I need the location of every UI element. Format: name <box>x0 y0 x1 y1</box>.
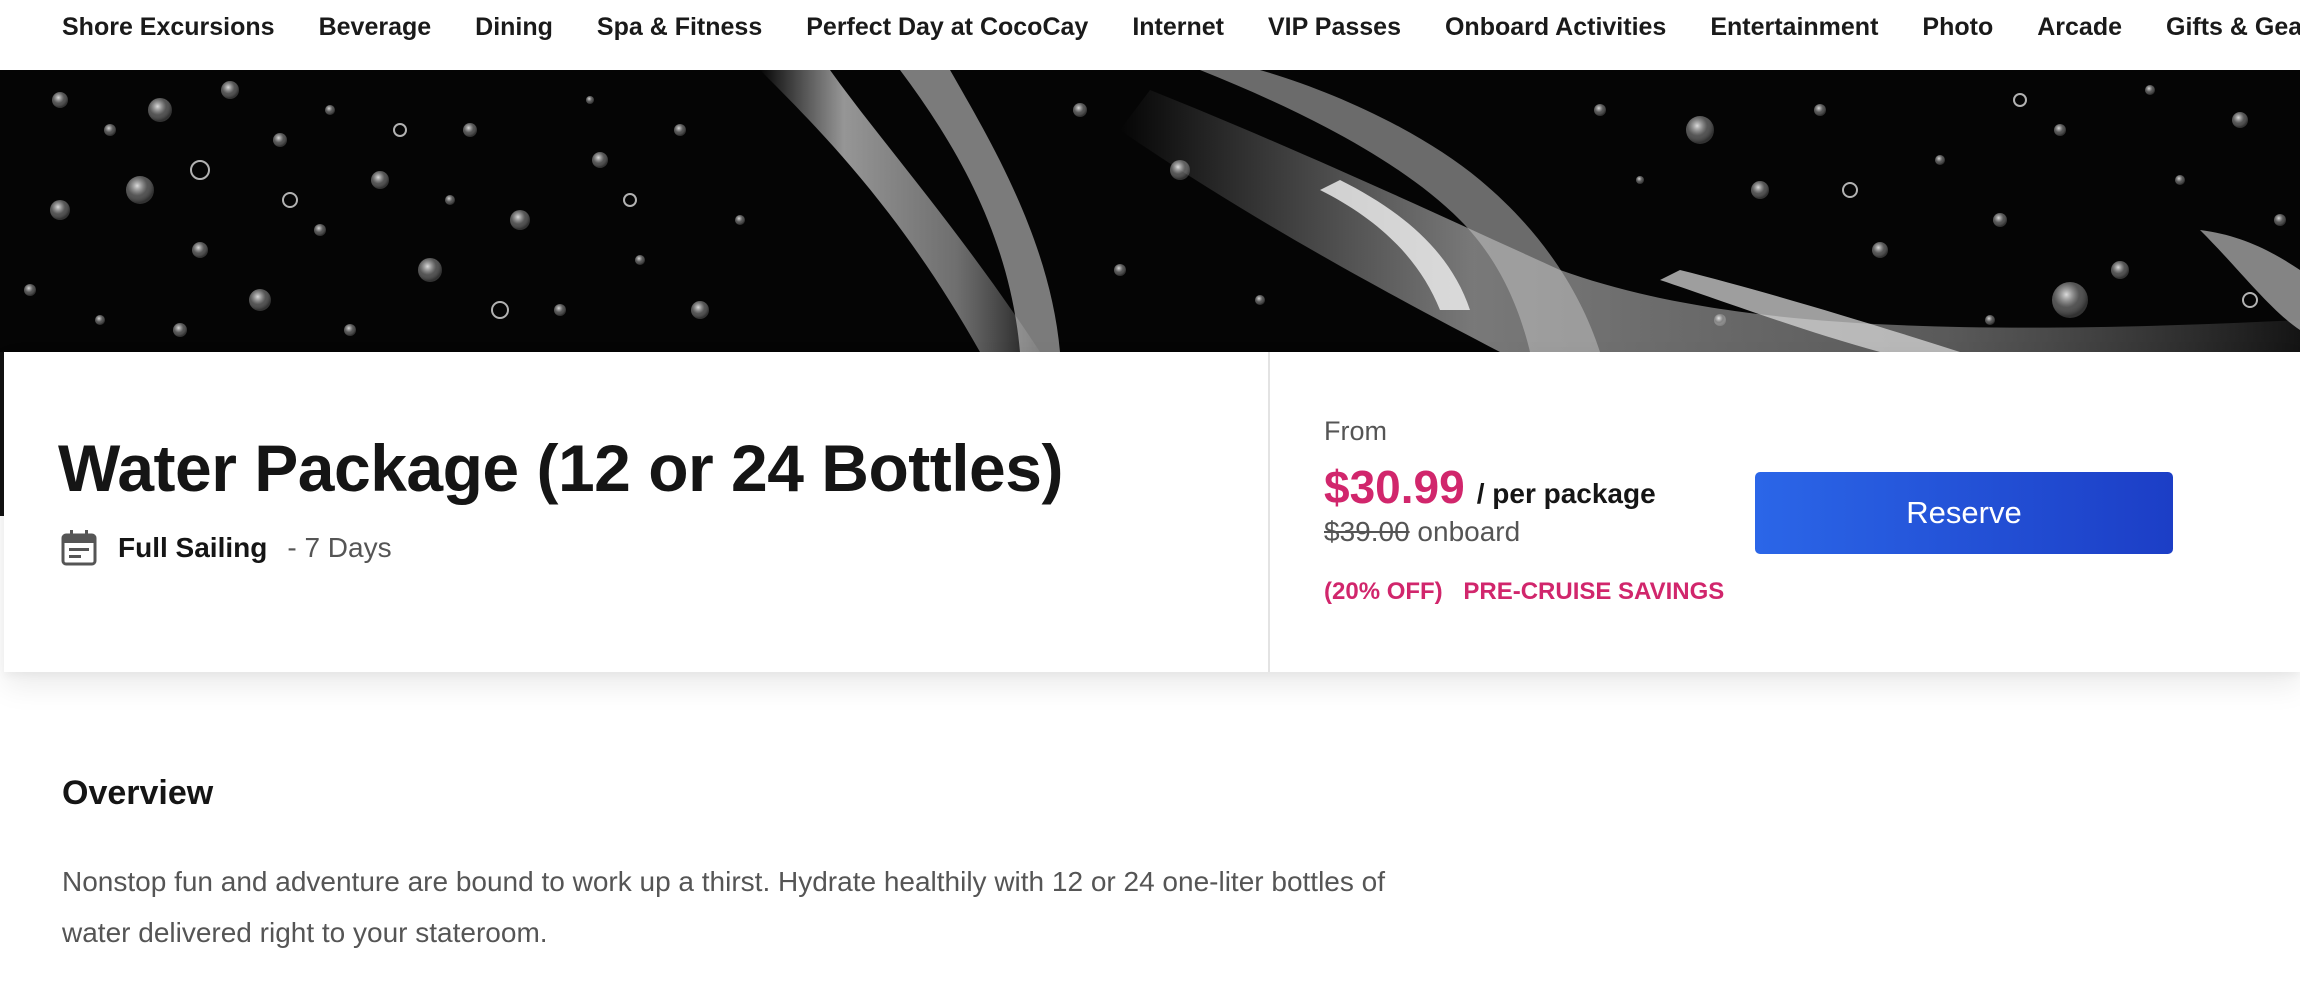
nav-shore-excursions[interactable]: Shore Excursions <box>62 12 275 42</box>
top-nav: Shore Excursions Beverage Dining Spa & F… <box>0 0 2300 70</box>
nav-arcade[interactable]: Arcade <box>2037 12 2122 42</box>
savings-label: PRE-CRUISE SAVINGS <box>1463 578 1725 605</box>
water-splash-illustration <box>0 70 2300 352</box>
nav-internet[interactable]: Internet <box>1132 12 1224 42</box>
savings-row: (20% OFF) PRE-CRUISE SAVINGS <box>1324 578 1724 606</box>
nav-spa-fitness[interactable]: Spa & Fitness <box>597 12 762 42</box>
price-row: $30.99 / per package <box>1324 460 1656 514</box>
nav-photo[interactable]: Photo <box>1922 12 1993 42</box>
card-accent-bar <box>0 352 4 516</box>
nav-onboard-activities[interactable]: Onboard Activities <box>1445 12 1666 42</box>
nav-dining[interactable]: Dining <box>475 12 553 42</box>
price-unit: / per package <box>1476 478 1656 509</box>
nav-beverage[interactable]: Beverage <box>319 12 432 42</box>
overview-text: Nonstop fun and adventure are bound to w… <box>62 866 1385 948</box>
overview-title: Overview <box>62 774 214 812</box>
product-title: Water Package (12 or 24 Bottles) <box>58 431 1063 505</box>
card-divider <box>1268 352 1270 672</box>
price-from-label: From <box>1324 416 1387 446</box>
nav-gifts-gear[interactable]: Gifts & Gear <box>2166 12 2300 42</box>
calendar-icon <box>61 530 97 566</box>
current-price: $30.99 <box>1324 461 1465 513</box>
discount-percent: (20% OFF) <box>1324 578 1443 605</box>
reserve-button[interactable]: Reserve <box>1755 472 2173 554</box>
hero-image <box>0 70 2300 352</box>
sailing-duration: - 7 Days <box>287 532 392 563</box>
nav-vip-passes[interactable]: VIP Passes <box>1268 12 1401 42</box>
sailing-info: Full Sailing - 7 Days <box>60 528 392 568</box>
onboard-price-row: $39.00 onboard <box>1324 516 1520 548</box>
nav-entertainment[interactable]: Entertainment <box>1710 12 1878 42</box>
nav-perfect-day-cococay[interactable]: Perfect Day at CocoCay <box>806 12 1088 42</box>
onboard-label: onboard <box>1417 516 1521 547</box>
sailing-label: Full Sailing <box>118 532 268 563</box>
original-price: $39.00 <box>1324 516 1410 547</box>
product-card: Water Package (12 or 24 Bottles) Full Sa… <box>0 352 2300 672</box>
